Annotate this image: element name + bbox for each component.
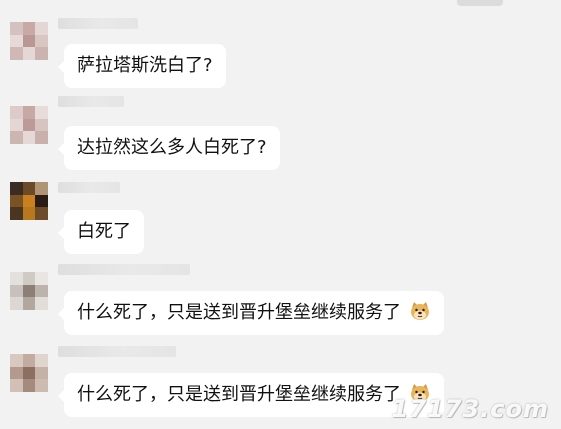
avatar[interactable] xyxy=(10,272,48,310)
top-bar xyxy=(0,0,561,6)
message-bubble[interactable]: 什么死了，只是送到晋升堡垒继续服务了 xyxy=(58,291,444,335)
message-text: 什么死了，只是送到晋升堡垒继续服务了 xyxy=(77,384,401,405)
doge-emoji-icon xyxy=(410,302,429,320)
message-text: 萨拉塔斯洗白了? xyxy=(77,55,213,76)
timestamp-badge xyxy=(457,0,503,6)
sender-name-blurred xyxy=(58,346,176,357)
message-bubble[interactable]: 白死了 xyxy=(58,210,144,254)
avatar[interactable] xyxy=(10,106,48,144)
message-bubble[interactable]: 什么死了，只是送到晋升堡垒继续服务了 xyxy=(58,373,444,417)
message-bubble[interactable]: 萨拉塔斯洗白了? xyxy=(58,44,226,88)
avatar[interactable] xyxy=(10,22,48,60)
sender-name-blurred xyxy=(58,18,138,29)
message-text: 什么死了，只是送到晋升堡垒继续服务了 xyxy=(77,302,401,323)
message-text: 白死了 xyxy=(77,221,131,242)
sender-name-blurred xyxy=(58,264,190,275)
site-watermark: 17173.com xyxy=(391,395,549,423)
message-bubble[interactable]: 达拉然这么多人白死了? xyxy=(58,126,280,170)
message-text: 达拉然这么多人白死了? xyxy=(77,137,267,158)
sender-name-blurred xyxy=(58,96,124,107)
sender-name-blurred xyxy=(58,182,120,193)
avatar[interactable] xyxy=(10,354,48,392)
avatar[interactable] xyxy=(10,182,48,220)
